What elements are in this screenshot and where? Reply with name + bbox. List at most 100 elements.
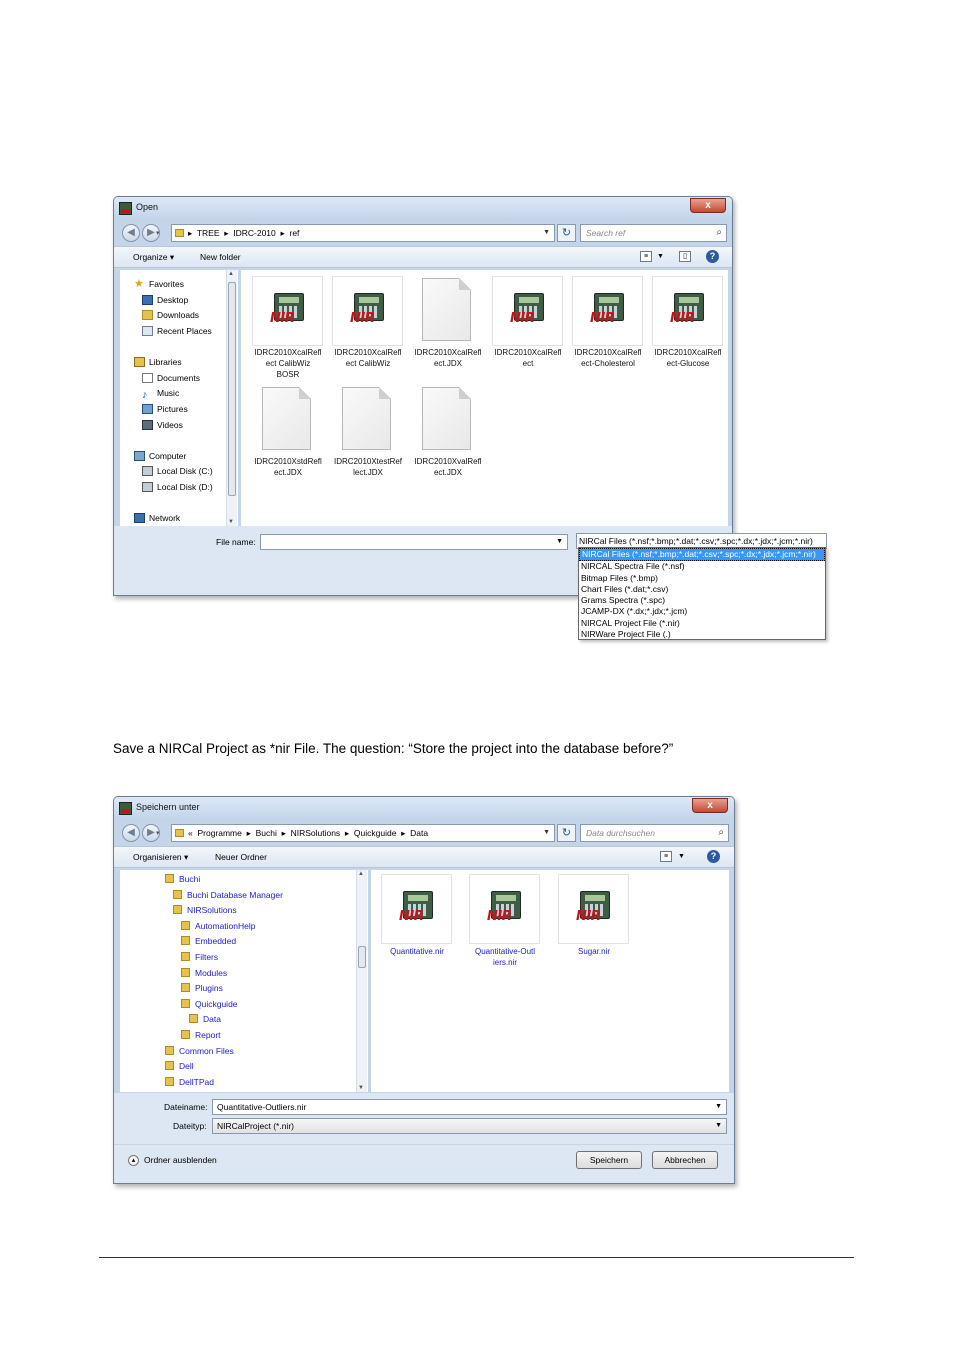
back-arrow-icon[interactable]: ◀ xyxy=(122,824,140,842)
file-type-select[interactable]: NIRCalProject (*.nir) ▼ xyxy=(212,1118,727,1134)
breadcrumb-item[interactable]: Quickguide xyxy=(354,828,397,838)
nav-desktop[interactable]: Desktop xyxy=(142,295,188,306)
nav-music[interactable]: ♪ Music xyxy=(142,388,179,401)
hide-folders-link[interactable]: Ordner ausblenden xyxy=(144,1155,217,1165)
file-tile[interactable]: NIR xyxy=(469,874,540,944)
chevron-down-icon[interactable]: ▼ xyxy=(715,1119,722,1133)
file-tile[interactable]: NIR xyxy=(252,276,323,346)
scroll-down-icon[interactable]: ▼ xyxy=(358,1085,364,1091)
scroll-thumb[interactable] xyxy=(228,282,236,496)
view-options-icon[interactable]: ≡ xyxy=(640,251,652,262)
file-tile[interactable]: NIR xyxy=(558,874,629,944)
file-type-option[interactable]: NIRCal Files (*.nsf;*.bmp;*.dat;*.csv;*.… xyxy=(579,548,825,562)
nav-videos[interactable]: Videos xyxy=(142,420,183,431)
nav-documents[interactable]: Documents xyxy=(142,373,200,384)
file-type-option[interactable]: Chart Files (*.dat;*.csv) xyxy=(579,584,825,595)
breadcrumb-item[interactable]: Data xyxy=(410,828,428,838)
file-type-option[interactable]: NIRCAL Project File (*.nir) xyxy=(579,618,825,629)
search-icon[interactable]: ⌕ xyxy=(716,225,722,241)
file-type-option[interactable]: NIRWare Project File (.) xyxy=(579,629,825,640)
view-dropdown-icon[interactable]: ▼ xyxy=(678,847,685,867)
file-label[interactable]: IDRC2010XcalRefl ect CalibWiz BOSR xyxy=(248,347,328,380)
nav-downloads[interactable]: Downloads xyxy=(142,310,199,321)
file-type-option[interactable]: NIRCAL Spectra File (*.nsf) xyxy=(579,561,825,572)
scroll-down-icon[interactable]: ▼ xyxy=(228,519,234,525)
file-tile[interactable] xyxy=(412,276,483,346)
tree-item[interactable]: Embedded xyxy=(181,936,236,947)
chevron-up-icon[interactable]: ▴ xyxy=(128,1155,139,1166)
organize-button[interactable]: Organize ▾ xyxy=(133,247,174,267)
refresh-icon[interactable]: ↻ xyxy=(557,824,576,842)
nav-favorites[interactable]: ★ Favorites xyxy=(134,279,184,290)
scroll-up-icon[interactable]: ▲ xyxy=(228,271,234,277)
tree-item[interactable]: Filters xyxy=(181,952,218,963)
file-tile[interactable]: NIR xyxy=(332,276,403,346)
help-icon[interactable]: ? xyxy=(706,250,719,263)
tree-item[interactable]: Buchi xyxy=(165,874,200,885)
tree-item[interactable]: Report xyxy=(181,1030,221,1041)
file-type-option[interactable]: Grams Spectra (*.spc) xyxy=(579,595,825,606)
nav-computer[interactable]: Computer xyxy=(134,451,186,462)
file-type-option[interactable]: JCAMP-DX (*.dx;*.jdx;*.jcm) xyxy=(579,606,825,617)
breadcrumb-item[interactable]: NIRSolutions xyxy=(291,828,341,838)
cancel-button[interactable]: Abbrechen xyxy=(652,1151,718,1169)
nav-libraries[interactable]: Libraries xyxy=(134,357,182,368)
nav-recent-places[interactable]: Recent Places xyxy=(142,326,212,337)
file-label[interactable]: Quantitative.nir xyxy=(377,946,457,957)
file-label[interactable]: Quantitative-Outl iers.nir xyxy=(465,946,545,968)
file-label[interactable]: IDRC2010XcalRefl ect-Cholesterol xyxy=(568,347,648,369)
file-tile[interactable]: NIR xyxy=(572,276,643,346)
address-bar[interactable]: ▸ TREE ▸ IDRC-2010 ▸ ref ▼ xyxy=(171,224,555,242)
file-tile[interactable]: NIR xyxy=(652,276,723,346)
breadcrumb-overflow[interactable]: « xyxy=(188,828,193,838)
tree-item[interactable]: AutomationHelp xyxy=(181,920,255,932)
close-button[interactable]: x xyxy=(690,198,726,213)
tree-item[interactable]: NIRSolutions xyxy=(173,905,237,916)
tree-item[interactable]: Plugins xyxy=(181,983,223,994)
file-label[interactable]: Sugar.nir xyxy=(554,946,634,957)
search-icon[interactable]: ⌕ xyxy=(718,825,724,841)
help-icon[interactable]: ? xyxy=(707,850,720,863)
tree-scrollbar[interactable]: ▲ ▼ xyxy=(356,870,367,1092)
file-label[interactable]: IDRC2010XcalRefl ect CalibWiz xyxy=(328,347,408,369)
tree-item[interactable]: Data xyxy=(189,1014,221,1025)
address-dropdown-icon[interactable]: ▼ xyxy=(543,225,550,241)
file-type-option[interactable]: Bitmap Files (*.bmp) xyxy=(579,573,825,584)
save-button[interactable]: Speichern xyxy=(576,1151,642,1169)
file-label[interactable]: IDRC2010XstdRefl ect.JDX xyxy=(248,456,328,478)
recent-locations-chevron-icon[interactable]: ▾ xyxy=(156,229,160,237)
view-options-icon[interactable]: ≡ xyxy=(660,851,672,862)
tree-item[interactable]: Dell xyxy=(165,1061,194,1072)
file-tile[interactable]: NIR xyxy=(492,276,563,346)
refresh-icon[interactable]: ↻ xyxy=(557,224,576,242)
back-arrow-icon[interactable]: ◀ xyxy=(122,224,140,242)
new-folder-button[interactable]: Neuer Ordner xyxy=(215,847,267,867)
file-tile[interactable] xyxy=(252,385,323,455)
file-label[interactable]: IDRC2010XcalRefl ect.JDX xyxy=(408,347,488,369)
preview-pane-icon[interactable]: ▯ xyxy=(679,251,691,262)
chevron-down-icon[interactable]: ▼ xyxy=(715,1100,722,1114)
nav-local-disk-c[interactable]: Local Disk (C:) xyxy=(142,466,213,477)
tree-item[interactable]: DellTPad xyxy=(165,1076,214,1088)
tree-item[interactable]: Common Files xyxy=(165,1045,234,1057)
new-folder-button[interactable]: New folder xyxy=(200,247,241,267)
file-label[interactable]: IDRC2010XvalRefl ect.JDX xyxy=(408,456,488,478)
tree-item[interactable]: Quickguide xyxy=(181,998,238,1010)
search-input[interactable]: Search ref ⌕ xyxy=(580,224,727,242)
nav-pictures[interactable]: Pictures xyxy=(142,404,188,415)
nav-local-disk-d[interactable]: Local Disk (D:) xyxy=(142,482,213,493)
organize-button[interactable]: Organisieren ▾ xyxy=(133,847,188,867)
breadcrumb-item[interactable]: Programme xyxy=(197,828,241,838)
address-bar[interactable]: « Programme ▸ Buchi ▸ NIRSolutions ▸ Qui… xyxy=(171,824,555,842)
search-input[interactable]: Data durchsuchen ⌕ xyxy=(580,824,729,842)
nav-network[interactable]: Network xyxy=(134,513,180,524)
breadcrumb-item[interactable]: TREE xyxy=(197,228,220,238)
breadcrumb-item[interactable]: IDRC-2010 xyxy=(233,228,276,238)
tree-item[interactable]: Buchi Database Manager xyxy=(173,889,283,901)
file-label[interactable]: IDRC2010XcalRefl ect-Glucose xyxy=(648,347,728,369)
recent-locations-chevron-icon[interactable]: ▾ xyxy=(156,829,160,837)
nav-scrollbar[interactable]: ▲ ▼ xyxy=(226,270,237,526)
file-label[interactable]: IDRC2010XcalRefl ect xyxy=(488,347,568,369)
address-dropdown-icon[interactable]: ▼ xyxy=(543,825,550,841)
breadcrumb-item[interactable]: ref xyxy=(289,228,299,238)
